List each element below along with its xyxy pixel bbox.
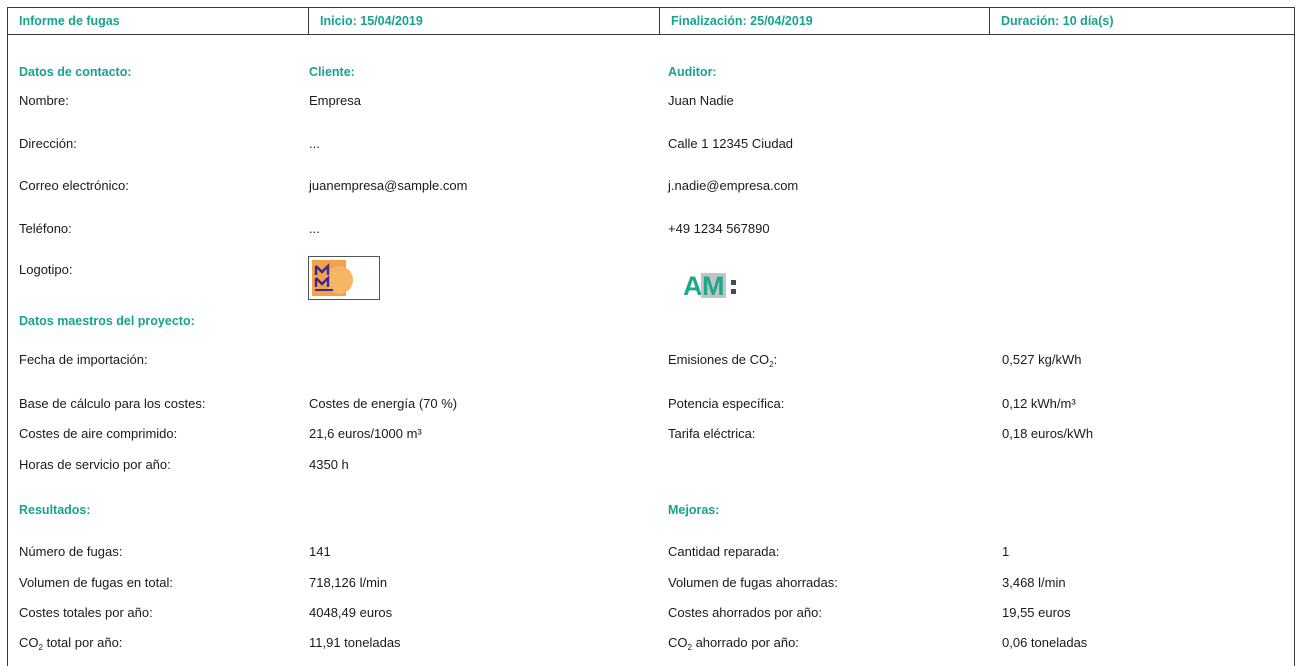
saved-costs-label: Costes ahorrados por año: [668, 605, 822, 620]
client-heading: Cliente: [309, 65, 355, 79]
costs-value: 4048,49 euros [309, 605, 393, 620]
repaired-value: 1 [1002, 544, 1010, 559]
cost-basis-value: Costes de energía (70 %) [309, 396, 458, 411]
co2-total-value: 11,91 toneladas [309, 635, 401, 650]
duration: Duración: 10 día(s) [989, 7, 1295, 35]
client-phone: ... [309, 221, 320, 236]
leaks-label: Número de fugas: [19, 544, 123, 559]
co2-saved-label: CO2 ahorrado por año: [668, 635, 799, 652]
phone-label: Teléfono: [19, 221, 72, 236]
improvements-section-title: Mejoras: [668, 503, 720, 517]
email-label: Correo electrónico: [19, 178, 129, 193]
cost-basis-label: Base de cálculo para los costes: [19, 396, 206, 411]
client-logo-icon [308, 256, 380, 300]
svg-text:M: M [702, 271, 725, 301]
co2-saved-value: 0,06 toneladas [1002, 635, 1088, 650]
client-name: Empresa [309, 93, 362, 108]
logo-label: Logotipo: [19, 262, 73, 277]
co2-emissions-label: Emisiones de CO2: [668, 352, 778, 369]
name-label: Nombre: [19, 93, 69, 108]
address-label: Dirección: [19, 136, 77, 151]
air-cost-label: Costes de aire comprimido: [19, 426, 178, 441]
leaks-value: 141 [309, 544, 331, 559]
client-email: juanempresa@sample.com [309, 178, 468, 193]
tariff-label: Tarifa eléctrica: [668, 426, 756, 441]
repaired-label: Cantidad reparada: [668, 544, 780, 559]
auditor-logo-icon: A M [681, 262, 776, 302]
svg-text:A: A [683, 271, 703, 301]
auditor-address: Calle 1 12345 Ciudad [668, 136, 794, 151]
auditor-email: j.nadie@empresa.com [668, 178, 799, 193]
air-cost-value: 21,6 euros/1000 m³ [309, 426, 422, 441]
auditor-name: Juan Nadie [668, 93, 734, 108]
hours-value: 4350 h [309, 457, 349, 472]
specific-power-value: 0,12 kWh/m³ [1002, 396, 1076, 411]
contact-section-title: Datos de contacto: [19, 65, 132, 79]
import-date-label: Fecha de importación: [19, 352, 148, 367]
report-frame [7, 7, 1295, 666]
saved-volume-value: 3,468 l/min [1002, 575, 1066, 590]
client-address: ... [309, 136, 320, 151]
start-date: Inicio: 15/04/2019 [308, 7, 660, 35]
tariff-value: 0,18 euros/kWh [1002, 426, 1094, 441]
co2-total-label: CO2 total por año: [19, 635, 123, 652]
results-section-title: Resultados: [19, 503, 91, 517]
volume-label: Volumen de fugas en total: [19, 575, 173, 590]
saved-volume-label: Volumen de fugas ahorradas: [668, 575, 838, 590]
costs-label: Costes totales por año: [19, 605, 153, 620]
auditor-heading: Auditor: [668, 65, 717, 79]
volume-value: 718,126 l/min [309, 575, 388, 590]
hours-label: Horas de servicio por año: [19, 457, 171, 472]
report-title: Informe de fugas [7, 7, 309, 35]
specific-power-label: Potencia específica: [668, 396, 785, 411]
co2-emissions-value: 0,527 kg/kWh [1002, 352, 1082, 367]
saved-costs-value: 19,55 euros [1002, 605, 1071, 620]
master-section-title: Datos maestros del proyecto: [19, 314, 195, 328]
auditor-phone: +49 1234 567890 [668, 221, 770, 236]
end-date: Finalización: 25/04/2019 [659, 7, 990, 35]
